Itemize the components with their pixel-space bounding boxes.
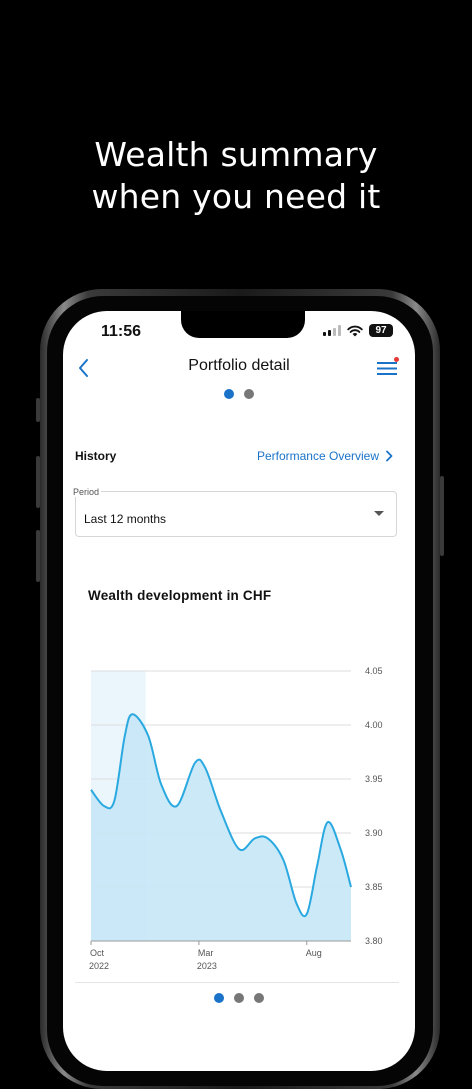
period-select[interactable]: Last 12 months xyxy=(75,491,397,537)
headline-line-2: when you need it xyxy=(0,176,472,218)
chart-x-tick-year-label: 2023 xyxy=(197,961,217,971)
performance-overview-link[interactable]: Performance Overview xyxy=(257,449,393,463)
notification-dot xyxy=(394,357,399,362)
carousel-dot-3[interactable] xyxy=(254,993,264,1003)
chart-y-tick-label: 4.00 xyxy=(365,720,383,730)
power-button xyxy=(440,476,444,556)
notch xyxy=(181,311,305,338)
phone-screen: 11:56 97 Portfolio detail History Perfor… xyxy=(63,311,415,1071)
performance-overview-label: Performance Overview xyxy=(257,449,379,463)
battery-indicator: 97 xyxy=(369,324,393,337)
carousel-dot-2[interactable] xyxy=(234,993,244,1003)
chart-y-tick-label: 3.95 xyxy=(365,774,383,784)
wealth-chart[interactable]: 4.05 4.00 3.95 3.90 3.85 3.80 Oct 2022 Mar 2023 Au… xyxy=(63,651,415,971)
carousel-indicator[interactable] xyxy=(63,993,415,1003)
status-time: 11:56 xyxy=(101,323,141,341)
divider xyxy=(75,982,399,983)
chart-y-tick-label: 3.90 xyxy=(365,828,383,838)
chevron-right-icon xyxy=(385,450,393,462)
carousel-dot-1[interactable] xyxy=(214,993,224,1003)
chart-y-tick-label: 3.80 xyxy=(365,936,383,946)
chart-title: Wealth development in CHF xyxy=(88,588,271,603)
page-indicator[interactable] xyxy=(63,389,415,399)
hamburger-menu-icon[interactable] xyxy=(377,360,397,376)
chart-area-fill xyxy=(91,714,351,941)
dropdown-caret-icon xyxy=(374,511,384,516)
history-heading: History xyxy=(75,449,116,463)
mute-switch xyxy=(36,398,40,422)
marketing-headline: Wealth summary when you need it xyxy=(0,134,472,218)
page-dot-2[interactable] xyxy=(244,389,254,399)
page-dot-1[interactable] xyxy=(224,389,234,399)
chart-x-tick-label: Aug xyxy=(306,948,322,958)
wifi-icon xyxy=(347,325,363,337)
volume-down-button xyxy=(36,530,40,582)
period-value: Last 12 months xyxy=(84,512,166,526)
chart-y-tick-label: 4.05 xyxy=(365,666,383,676)
chart-x-tick-label: Oct xyxy=(90,948,105,958)
page-title: Portfolio detail xyxy=(63,357,415,375)
chart-x-tick-year-label: 2022 xyxy=(89,961,109,971)
status-icons: 97 xyxy=(323,324,393,337)
period-label: Period xyxy=(71,487,101,497)
chart-y-tick-label: 3.85 xyxy=(365,882,383,892)
cellular-signal-icon xyxy=(323,325,341,336)
chart-x-tick-label: Mar xyxy=(198,948,214,958)
volume-up-button xyxy=(36,456,40,508)
headline-line-1: Wealth summary xyxy=(0,134,472,176)
